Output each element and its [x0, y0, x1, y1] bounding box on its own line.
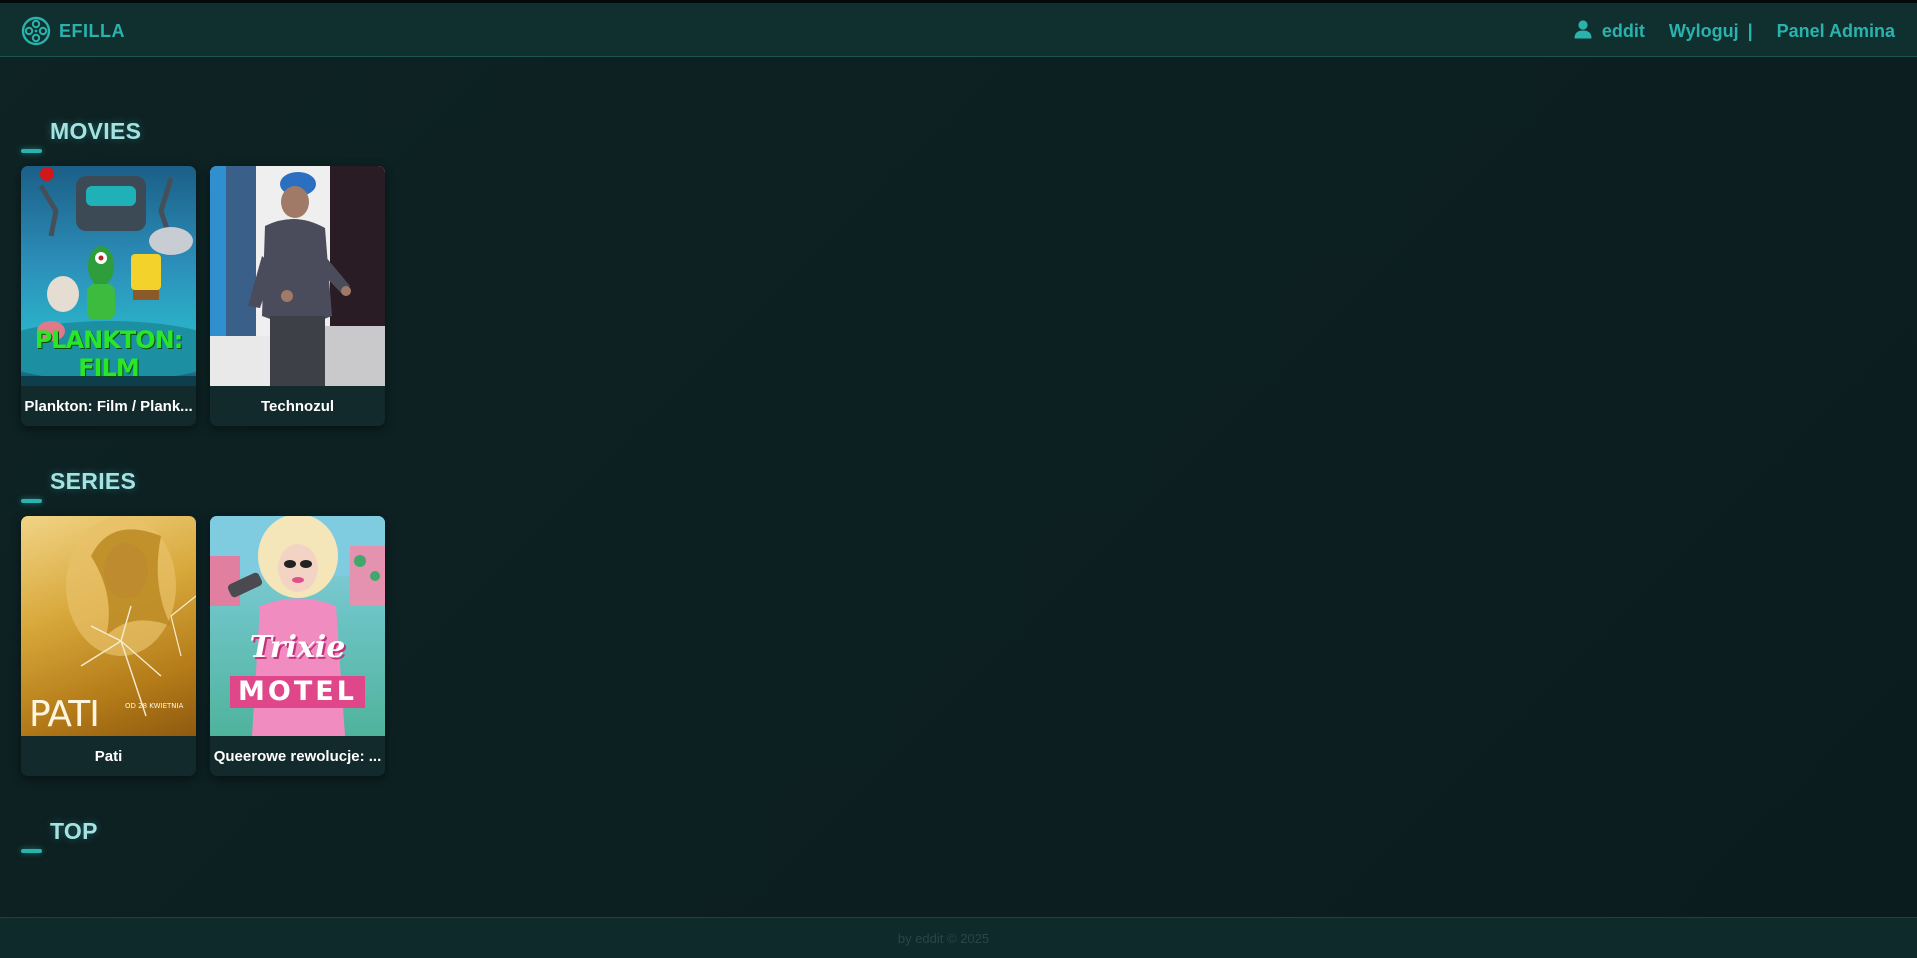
pati-poster-subtext: OD 28 KWIETNIA	[125, 702, 184, 710]
series-card-queerowe[interactable]: Trixie MOTEL Queerowe rewolucje: ...	[210, 516, 385, 776]
section-title-movies: MOVIES	[50, 118, 142, 144]
series-poster-pati: PATI OD 28 KWIETNIA	[21, 516, 196, 736]
section-accent-dash	[21, 499, 42, 503]
brand-link[interactable]: EFILLA	[21, 16, 125, 46]
series-card-pati[interactable]: PATI OD 28 KWIETNIA Pati	[21, 516, 196, 776]
admin-panel-link[interactable]: Panel Admina	[1777, 21, 1895, 42]
nav-separator: |	[1747, 20, 1753, 41]
film-reel-icon	[21, 16, 51, 46]
user-icon	[1573, 19, 1593, 44]
movie-card-title: Plankton: Film / Plank...	[24, 397, 193, 415]
section-title-series: SERIES	[50, 468, 137, 494]
movie-poster-technozul	[210, 166, 385, 386]
logout-link[interactable]: Wyloguj	[1669, 21, 1739, 42]
section-accent-dash	[21, 849, 42, 853]
movie-card-plankton[interactable]: PLANKTON: FILM Plankton: Film / Plank...	[21, 166, 196, 426]
navbar: EFILLA eddit Wyloguj | Panel Admina	[0, 3, 1917, 57]
user-nav: eddit Wyloguj | Panel Admina	[1573, 16, 1895, 46]
movie-card-title: Technozul	[260, 397, 335, 415]
series-poster-queerowe: Trixie MOTEL	[210, 516, 385, 736]
footer-copyright: by eddit © 2025	[897, 930, 990, 946]
plankton-poster-text: PLANKTON: FILM	[34, 326, 184, 382]
movie-card-technozul[interactable]: Technozul	[210, 166, 385, 426]
user-profile-link[interactable]: eddit	[1573, 19, 1645, 44]
trixie-poster-text: Trixie	[249, 630, 346, 665]
username-label: eddit	[1601, 20, 1645, 41]
section-title-top: TOP	[50, 818, 98, 844]
series-card-title: Queerowe rewolucje: ...	[213, 747, 382, 765]
footer: by eddit © 2025	[0, 917, 1917, 958]
motel-poster-text: MOTEL	[230, 676, 365, 708]
brand-name: EFILLA	[59, 20, 125, 41]
series-card-title: Pati	[94, 747, 123, 765]
movie-poster-plankton: PLANKTON: FILM	[21, 166, 196, 386]
pati-poster-text: PATI	[29, 694, 100, 735]
section-accent-dash	[21, 149, 42, 153]
